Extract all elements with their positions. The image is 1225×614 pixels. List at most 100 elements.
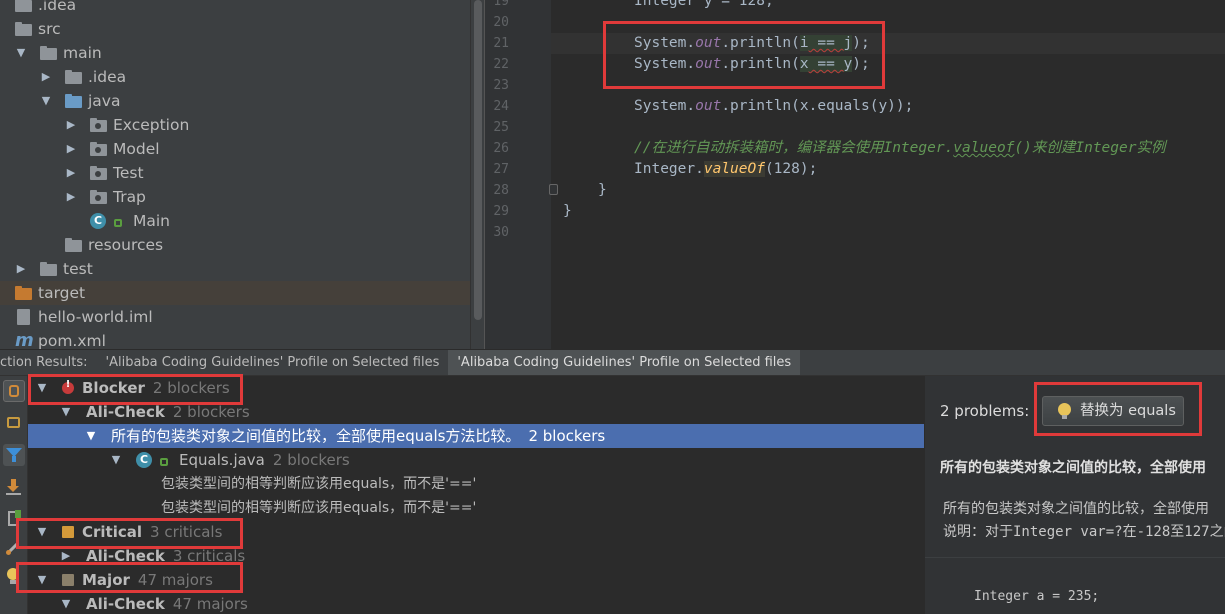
fix-button-label: 替换为 equals	[1080, 403, 1176, 419]
line-number: 24	[493, 99, 509, 114]
folder-icon	[40, 262, 57, 276]
collapse-arrow-icon[interactable]: ▶	[40, 65, 52, 89]
code-line-26: //在进行自动拆装箱时，编译器会使用Integer.valueof()来创建In…	[634, 140, 1166, 156]
package-icon	[90, 118, 107, 132]
package-icon	[90, 142, 107, 156]
line-number: 23	[493, 78, 509, 93]
line-number: 20	[493, 15, 509, 30]
tree-item-resources[interactable]: resources	[0, 233, 470, 257]
tree-node-equals-rule[interactable]: ▼ 所有的包装类对象之间值的比较，全部使用equals方法比较。 2 blocke…	[28, 424, 924, 448]
problems-count-label: 2 problems:	[940, 402, 1030, 420]
project-scrollbar[interactable]	[470, 0, 484, 349]
replace-with-equals-button[interactable]: 替换为 equals	[1042, 396, 1184, 426]
example-code: Integer a = 235;	[974, 589, 1100, 604]
collapse-arrow-icon[interactable]: ▶	[65, 161, 77, 185]
tree-item-idea[interactable]: ▶ .idea	[0, 65, 470, 89]
code-line-24: System.out.println(x.equals(y));	[634, 98, 914, 114]
folder-icon	[15, 0, 32, 12]
tree-node-blocker-alicheck[interactable]: ▼ Ali-Check 2 blockers	[28, 400, 924, 424]
expand-arrow-icon[interactable]: ▼	[15, 41, 27, 65]
tree-item-java[interactable]: ▼ java	[0, 89, 470, 113]
collapse-arrow-icon[interactable]: ▶	[65, 113, 77, 137]
inspection-results-title: ction Results:	[0, 355, 88, 370]
tree-node-problem-2[interactable]: 包装类型间的相等判断应该用equals，而不是'=='	[28, 496, 924, 520]
rule-title: 所有的包装类对象之间值的比较，全部使用	[940, 460, 1206, 476]
tree-item-idea-root[interactable]: .idea	[0, 0, 470, 17]
group-by-icon[interactable]	[3, 412, 25, 434]
tree-item-model[interactable]: ▶ Model	[0, 137, 470, 161]
expand-arrow-icon[interactable]: ▼	[36, 520, 48, 544]
tree-node-blocker[interactable]: ▼ Blocker 2 blockers	[28, 376, 924, 400]
tree-node-critical-alicheck[interactable]: ▶ Ali-Check 3 criticals	[28, 544, 924, 568]
tree-node-equals-java[interactable]: ▼ C Equals.java 2 blockers	[28, 448, 924, 472]
inspection-results-tree: ▼ Blocker 2 blockers ▼ Ali-Check 2 blocker…	[28, 376, 924, 614]
tab-profile-2[interactable]: 'Alibaba Coding Guidelines' Profile on S…	[448, 350, 801, 375]
inspection-tab-bar: ction Results: 'Alibaba Coding Guideline…	[0, 349, 1225, 376]
editor-gutter: 19 20 21 22 23 24 25 26 27 28 29 30	[485, 0, 558, 349]
tree-item-src[interactable]: src	[0, 17, 470, 41]
critical-label: Critical	[82, 523, 143, 541]
expand-arrow-icon[interactable]: ▼	[60, 592, 72, 614]
maven-file-icon: m	[15, 330, 34, 349]
project-tree-panel: .idea src ▼ main ▶ .idea ▼ java ▶ Except…	[0, 0, 484, 349]
expand-arrow-icon[interactable]: ▼	[110, 448, 122, 472]
collapse-arrow-icon[interactable]: ▶	[60, 544, 72, 568]
major-count: 47 majors	[137, 571, 213, 589]
major-severity-icon	[62, 574, 74, 586]
code-line-29: }	[563, 203, 572, 219]
alicheck-count: 47 majors	[172, 595, 248, 613]
problem-detail-panel: 2 problems: 替换为 equals 所有的包装类对象之间值的比较，全部…	[924, 376, 1225, 614]
quick-fix-bulb-icon[interactable]	[3, 566, 25, 588]
tree-node-major[interactable]: ▼ Major 47 majors	[28, 568, 924, 592]
expand-arrow-icon[interactable]: ▼	[40, 89, 52, 113]
export-icon[interactable]	[3, 476, 25, 498]
tree-item-test-package[interactable]: ▶ Test	[0, 161, 470, 185]
code-line-19: Integer y = 128;	[634, 0, 774, 9]
tree-item-main-class[interactable]: C Main	[0, 209, 470, 233]
collapse-arrow-icon[interactable]: ▶	[65, 137, 77, 161]
fold-marker-icon[interactable]	[549, 184, 558, 195]
tree-item-main[interactable]: ▼ main	[0, 41, 470, 65]
rerun-icon[interactable]	[3, 380, 25, 402]
tree-item-iml[interactable]: hello-world.iml	[0, 305, 470, 329]
line-number: 30	[493, 225, 509, 240]
wrench-icon[interactable]	[3, 536, 25, 558]
tab-profile-1[interactable]: 'Alibaba Coding Guidelines' Profile on S…	[97, 350, 449, 375]
java-class-icon: C	[90, 213, 106, 229]
java-class-icon: C	[136, 452, 152, 468]
expand-arrow-icon[interactable]: ▼	[60, 400, 72, 424]
code-editor[interactable]: 19 20 21 22 23 24 25 26 27 28 29 30 Inte…	[484, 0, 1225, 349]
folder-icon	[15, 22, 32, 36]
expand-arrow-icon[interactable]: ▼	[36, 568, 48, 592]
tree-node-critical[interactable]: ▼ Critical 3 criticals	[28, 520, 924, 544]
tree-item-exception[interactable]: ▶ Exception	[0, 113, 470, 137]
rule-explanation: 说明：对于Integer var=?在-128至127之间	[943, 524, 1225, 540]
critical-count: 3 criticals	[150, 523, 223, 541]
alicheck-label: Ali-Check	[86, 595, 165, 613]
package-icon	[90, 190, 107, 204]
tree-item-test[interactable]: ▶ test	[0, 257, 470, 281]
critical-severity-icon	[62, 526, 74, 538]
access-lock-icon	[160, 458, 168, 466]
tree-item-trap[interactable]: ▶ Trap	[0, 185, 470, 209]
access-lock-icon	[114, 219, 122, 227]
collapse-arrow-icon[interactable]: ▶	[65, 185, 77, 209]
code-line-21: System.out.println(i == j);	[634, 35, 870, 51]
file-count: 2 blockers	[272, 451, 350, 469]
tree-node-major-alicheck[interactable]: ▼ Ali-Check 47 majors	[28, 592, 924, 614]
tree-item-pom[interactable]: m pom.xml	[0, 329, 470, 349]
tree-item-target[interactable]: target	[0, 281, 470, 305]
expand-arrow-icon[interactable]: ▼	[36, 376, 48, 400]
filter-icon[interactable]	[3, 444, 25, 466]
line-number: 21	[493, 36, 509, 51]
divider	[925, 557, 1225, 558]
edit-settings-icon[interactable]	[3, 508, 25, 530]
collapse-arrow-icon[interactable]: ▶	[15, 257, 27, 281]
expand-arrow-icon[interactable]: ▼	[85, 424, 97, 448]
blocker-label: Blocker	[82, 379, 145, 397]
problem-description: 包装类型间的相等判断应该用equals，而不是'=='	[161, 476, 477, 492]
line-number: 26	[493, 141, 509, 156]
tree-node-problem-1[interactable]: 包装类型间的相等判断应该用equals，而不是'=='	[28, 472, 924, 496]
folder-icon	[40, 46, 57, 60]
alicheck-label: Ali-Check	[86, 403, 165, 421]
